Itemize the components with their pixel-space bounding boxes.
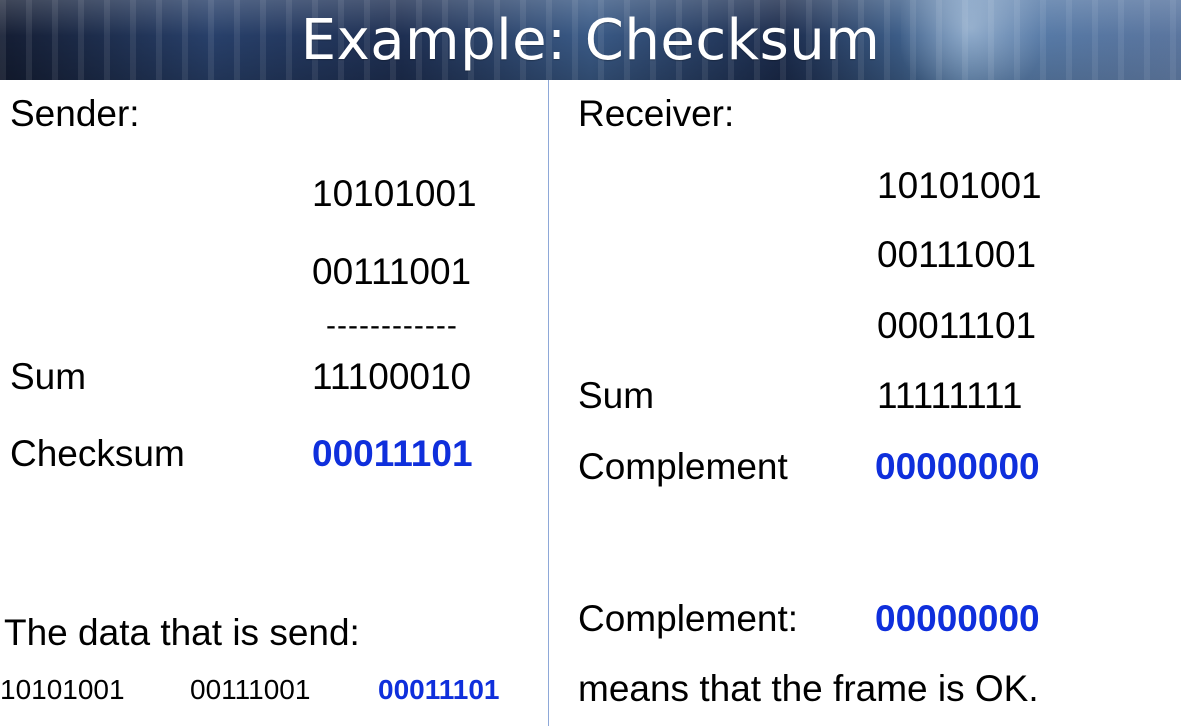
- receiver-result-value: 00000000: [875, 598, 1040, 639]
- page-title: Example: Checksum: [300, 7, 881, 73]
- sender-checksum-label: Checksum: [10, 433, 185, 474]
- sender-heading: Sender:: [10, 93, 140, 134]
- sender-separator: ------------: [326, 309, 458, 342]
- sent-data-label: The data that is send:: [4, 612, 360, 653]
- sender-data-2: 00111001: [312, 251, 472, 292]
- sent-data-value-1: 10101001: [0, 674, 125, 705]
- receiver-sum-value: 11111111: [877, 375, 1023, 416]
- sent-data-value-3: 00011101: [378, 674, 500, 705]
- column-divider: [548, 80, 549, 726]
- receiver-complement-label: Complement: [578, 446, 788, 487]
- sender-checksum-value: 00011101: [312, 433, 473, 474]
- receiver-data-3: 00011101: [877, 305, 1037, 346]
- receiver-data-2: 00111001: [877, 234, 1037, 275]
- receiver-result-label: Complement:: [578, 598, 799, 639]
- sender-data-1: 10101001: [312, 173, 477, 214]
- receiver-message: means that the frame is OK.: [578, 668, 1039, 709]
- receiver-data-1: 10101001: [877, 165, 1042, 206]
- receiver-heading: Receiver:: [578, 93, 735, 134]
- sent-data-value-2: 00111001: [190, 674, 311, 705]
- sender-sum-label: Sum: [10, 356, 87, 397]
- sender-sum-value: 11100010: [312, 356, 472, 397]
- receiver-sum-label: Sum: [578, 375, 655, 416]
- receiver-complement-value: 00000000: [875, 446, 1040, 487]
